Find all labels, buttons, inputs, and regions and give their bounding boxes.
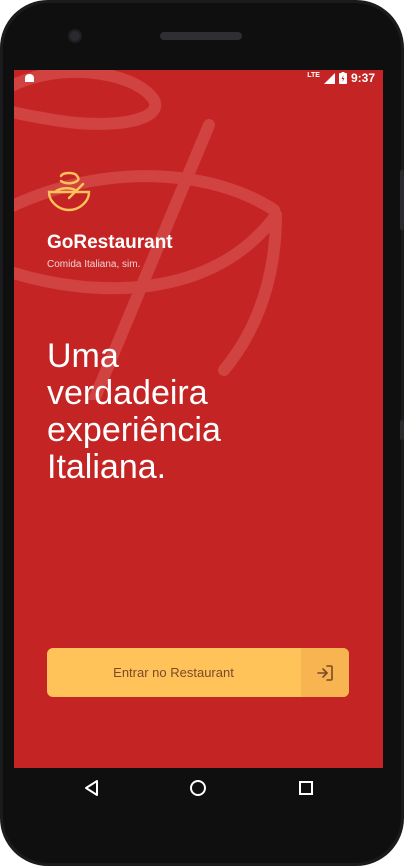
headline-line: Italiana. (47, 448, 167, 486)
headline-line: experiência (47, 411, 221, 449)
log-in-icon (317, 664, 333, 681)
signal-icon (323, 72, 335, 84)
hero-headline: Uma verdadeira experiência Italiana. (47, 338, 357, 486)
status-icons: LTE 9:37 (307, 71, 375, 85)
status-time: 9:37 (350, 71, 375, 85)
volume-button (400, 170, 404, 230)
android-notification-icon (25, 74, 34, 82)
bowl-logo-icon (47, 171, 91, 212)
android-navigation-bar (14, 768, 383, 808)
network-type: LTE (307, 71, 320, 79)
earpiece-speaker (160, 32, 242, 40)
enter-restaurant-label: Entrar no Restaurant (113, 665, 234, 680)
back-triangle-icon[interactable] (82, 778, 102, 798)
enter-icon-box[interactable] (301, 648, 349, 697)
phone-frame: LTE 9:37 GoRestaurant Comida Italiana, s… (0, 0, 404, 866)
headline-line: Uma (47, 337, 119, 375)
app-screen: LTE 9:37 GoRestaurant Comida Italiana, s… (14, 70, 383, 768)
app-name: GoRestaurant (47, 232, 173, 253)
headline-line: verdadeira (47, 374, 208, 412)
app-tagline: Comida Italiana, sim. (47, 259, 141, 270)
recents-square-icon[interactable] (296, 778, 316, 798)
home-circle-icon[interactable] (188, 778, 208, 798)
power-button (400, 420, 404, 440)
status-bar: LTE 9:37 (14, 70, 383, 88)
battery-icon (338, 72, 347, 84)
enter-restaurant-button[interactable]: Entrar no Restaurant (47, 648, 349, 697)
front-camera (70, 31, 80, 41)
